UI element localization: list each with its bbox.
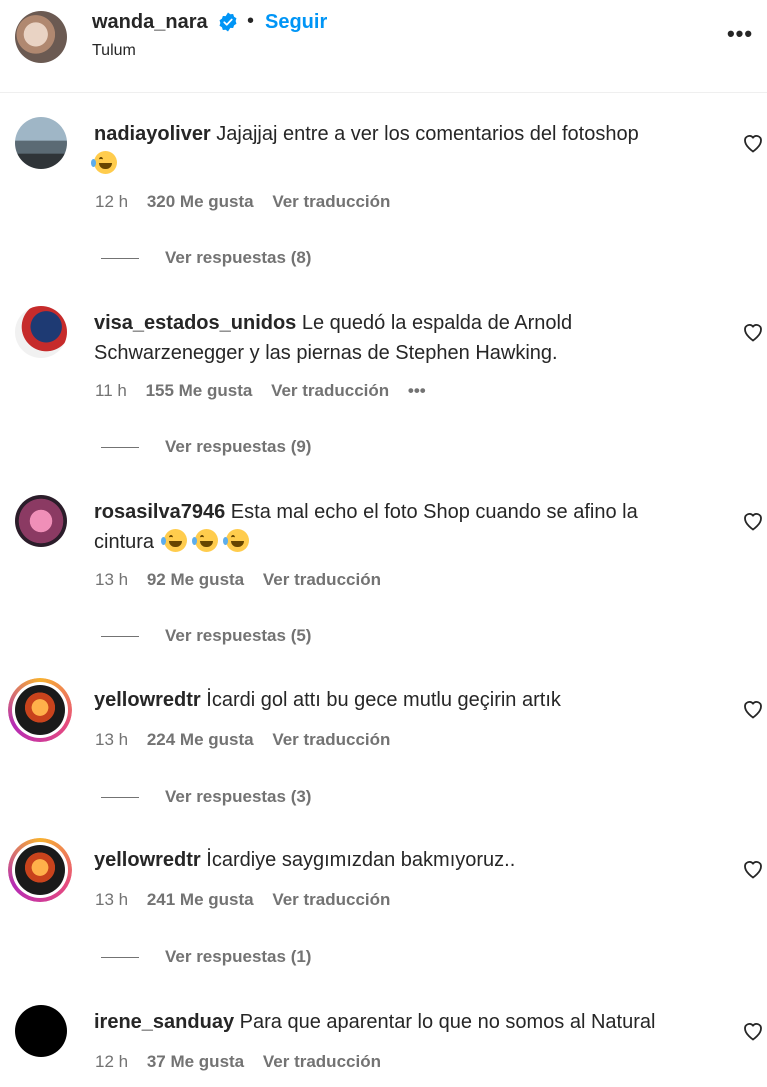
comment-likes[interactable]: 241 Me gusta — [147, 890, 254, 909]
view-replies-button[interactable]: Ver respuestas (9) — [101, 437, 311, 457]
comment-text: rosasilva7946 Esta mal echo el foto Shop… — [94, 497, 694, 557]
comment-options-icon[interactable]: ••• — [408, 381, 426, 400]
like-heart-icon[interactable] — [741, 1019, 765, 1043]
comment-time[interactable]: 13 h — [95, 570, 128, 589]
comment-likes[interactable]: 320 Me gusta — [147, 192, 254, 211]
replies-divider — [101, 957, 139, 959]
comment-meta: 12 h 320 Me gusta Ver traducción — [95, 192, 404, 212]
like-heart-icon[interactable] — [741, 697, 765, 721]
comment-text: irene_sanduay Para que aparentar lo que … — [94, 1007, 714, 1037]
replies-label: Ver respuestas (9) — [165, 437, 312, 456]
comment-likes[interactable]: 224 Me gusta — [147, 730, 254, 749]
follow-button[interactable]: Seguir — [265, 11, 327, 34]
author-avatar[interactable] — [15, 11, 67, 63]
comment-body: Para que aparentar lo que no somos al Na… — [239, 1011, 656, 1033]
like-heart-icon[interactable] — [741, 131, 765, 155]
replies-label: Ver respuestas (1) — [165, 947, 312, 966]
comment-text: yellowredtr İcardi gol attı bu gece mutl… — [94, 685, 714, 715]
translate-link[interactable]: Ver traducción — [271, 381, 389, 400]
comment-time[interactable]: 13 h — [95, 890, 128, 909]
post-location[interactable]: Tulum — [92, 42, 136, 60]
replies-divider — [101, 258, 139, 260]
fire-logo-icon — [15, 685, 65, 735]
author-username[interactable]: wanda_nara — [92, 11, 208, 34]
comment-username[interactable]: rosasilva7946 — [94, 501, 225, 523]
comment-username[interactable]: yellowredtr — [94, 849, 201, 871]
comment-username[interactable]: irene_sanduay — [94, 1011, 234, 1033]
replies-label: Ver respuestas (5) — [165, 626, 312, 645]
comment-avatar[interactable] — [15, 1005, 67, 1057]
comment-text: nadiayoliver Jajajjaj entre a ver los co… — [91, 119, 714, 179]
fire-logo-icon — [15, 845, 65, 895]
view-replies-button[interactable]: Ver respuestas (3) — [101, 787, 311, 807]
comment-meta: 13 h 241 Me gusta Ver traducción — [95, 890, 404, 910]
header-separator: • — [247, 10, 255, 32]
comment-body: İcardi gol attı bu gece mutlu geçirin ar… — [206, 689, 561, 711]
comment-meta: 13 h 224 Me gusta Ver traducción — [95, 730, 404, 750]
comment-likes[interactable]: 155 Me gusta — [146, 381, 253, 400]
translate-link[interactable]: Ver traducción — [272, 890, 390, 909]
view-replies-button[interactable]: Ver respuestas (1) — [101, 947, 311, 967]
comment-avatar-story-ring[interactable] — [8, 678, 72, 742]
like-heart-icon[interactable] — [741, 857, 765, 881]
replies-divider — [101, 797, 139, 799]
view-replies-button[interactable]: Ver respuestas (8) — [101, 248, 311, 268]
comment-time[interactable]: 11 h — [95, 381, 127, 400]
laughing-emoji-icon — [160, 529, 187, 552]
comment-text: visa_estados_unidos Le quedó la espalda … — [94, 308, 634, 368]
laughing-emoji-icon — [222, 529, 249, 552]
comment-time[interactable]: 13 h — [95, 730, 128, 749]
comment-meta: 12 h 37 Me gusta Ver traducción — [95, 1052, 395, 1072]
replies-divider — [101, 636, 139, 638]
more-options-icon[interactable]: ••• — [726, 20, 754, 48]
comment-avatar-story-ring[interactable] — [8, 838, 72, 902]
comment-username[interactable]: nadiayoliver — [94, 123, 211, 145]
translate-link[interactable]: Ver traducción — [272, 192, 390, 211]
laughing-emoji-icon — [91, 151, 117, 174]
comment-body: Jajajjaj entre a ver los comentarios del… — [216, 123, 639, 145]
comment-meta: 13 h 92 Me gusta Ver traducción — [95, 570, 395, 590]
comment-avatar[interactable] — [15, 306, 67, 358]
comment-body: İcardiye saygımızdan bakmıyoruz.. — [206, 849, 516, 871]
comment-username[interactable]: yellowredtr — [94, 689, 201, 711]
view-replies-button[interactable]: Ver respuestas (5) — [101, 626, 311, 646]
comment-meta: 11 h 155 Me gusta Ver traducción ••• — [95, 381, 440, 401]
replies-label: Ver respuestas (8) — [165, 248, 312, 267]
translate-link[interactable]: Ver traducción — [272, 730, 390, 749]
post-header: wanda_nara • Seguir Tulum ••• — [0, 0, 767, 93]
comment-text: yellowredtr İcardiye saygımızdan bakmıyo… — [94, 845, 714, 875]
verified-badge-icon — [219, 12, 237, 32]
comment-likes[interactable]: 37 Me gusta — [147, 1052, 244, 1071]
replies-divider — [101, 447, 139, 449]
translate-link[interactable]: Ver traducción — [263, 570, 381, 589]
translate-link[interactable]: Ver traducción — [263, 1052, 381, 1071]
like-heart-icon[interactable] — [741, 509, 765, 533]
comment-time[interactable]: 12 h — [95, 192, 128, 211]
comment-likes[interactable]: 92 Me gusta — [147, 570, 244, 589]
comment-username[interactable]: visa_estados_unidos — [94, 312, 296, 334]
like-heart-icon[interactable] — [741, 320, 765, 344]
comment-avatar[interactable] — [15, 117, 67, 169]
replies-label: Ver respuestas (3) — [165, 787, 312, 806]
laughing-emoji-icon — [191, 529, 218, 552]
comment-time[interactable]: 12 h — [95, 1052, 128, 1071]
comment-avatar[interactable] — [15, 495, 67, 547]
